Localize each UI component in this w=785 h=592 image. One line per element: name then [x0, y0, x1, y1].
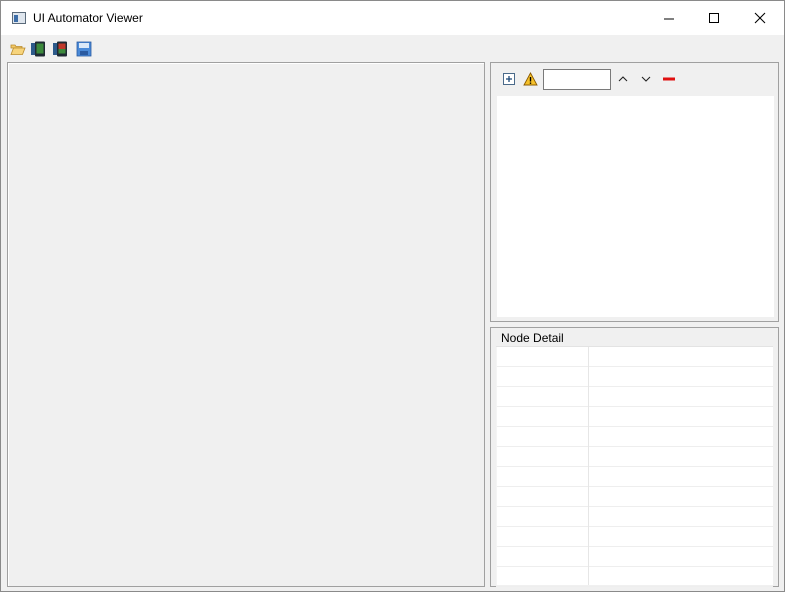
table-row[interactable] — [496, 547, 773, 567]
minimize-button[interactable] — [646, 1, 691, 35]
table-row[interactable] — [496, 447, 773, 467]
expand-all-button[interactable] — [501, 71, 517, 87]
warning-icon — [522, 72, 538, 86]
close-button[interactable] — [737, 1, 782, 35]
main-toolbar — [1, 37, 784, 61]
table-row[interactable] — [496, 567, 773, 587]
table-row[interactable] — [496, 407, 773, 427]
table-row[interactable] — [496, 427, 773, 447]
device-screenshot-compressed-icon — [53, 41, 67, 57]
app-window-icon — [12, 12, 26, 24]
maximize-icon — [708, 13, 719, 23]
title-bar[interactable]: UI Automator Viewer — [1, 1, 784, 35]
save-button[interactable] — [75, 41, 92, 57]
table-row[interactable] — [496, 527, 773, 547]
previous-match-button[interactable] — [615, 71, 631, 87]
chevron-down-icon — [641, 76, 651, 82]
table-row[interactable] — [496, 467, 773, 487]
next-match-button[interactable] — [638, 71, 654, 87]
save-icon — [76, 41, 91, 57]
toggle-nafmode-button[interactable] — [522, 71, 538, 87]
node-detail-table[interactable] — [496, 346, 773, 587]
node-detail-label: Node Detail — [501, 331, 564, 345]
remove-icon — [663, 77, 675, 81]
expand-all-icon — [503, 73, 515, 85]
node-detail-panel: Node Detail — [490, 327, 779, 587]
table-row[interactable] — [496, 487, 773, 507]
open-icon — [9, 44, 26, 55]
hierarchy-tree[interactable] — [497, 96, 774, 317]
table-row[interactable] — [496, 387, 773, 407]
table-row[interactable] — [496, 507, 773, 527]
clear-filter-button[interactable] — [661, 71, 677, 87]
close-icon — [754, 12, 765, 24]
hierarchy-toolbar — [491, 63, 778, 95]
window-title: UI Automator Viewer — [33, 11, 143, 25]
screenshot-panel[interactable] — [7, 62, 485, 587]
minimize-icon — [663, 18, 674, 20]
table-row[interactable] — [496, 347, 773, 367]
maximize-button[interactable] — [691, 1, 736, 35]
hierarchy-panel — [490, 62, 779, 322]
device-screenshot-button[interactable] — [30, 41, 47, 57]
open-button[interactable] — [9, 41, 26, 57]
chevron-up-icon — [618, 76, 628, 82]
table-edge — [496, 347, 497, 585]
device-screenshot-icon — [31, 41, 45, 57]
column-divider — [588, 347, 589, 585]
filter-input[interactable] — [543, 69, 611, 90]
device-screenshot-compressed-button[interactable] — [52, 41, 69, 57]
table-row[interactable] — [496, 367, 773, 387]
app-window: UI Automator Viewer Node Detail — [0, 0, 785, 592]
